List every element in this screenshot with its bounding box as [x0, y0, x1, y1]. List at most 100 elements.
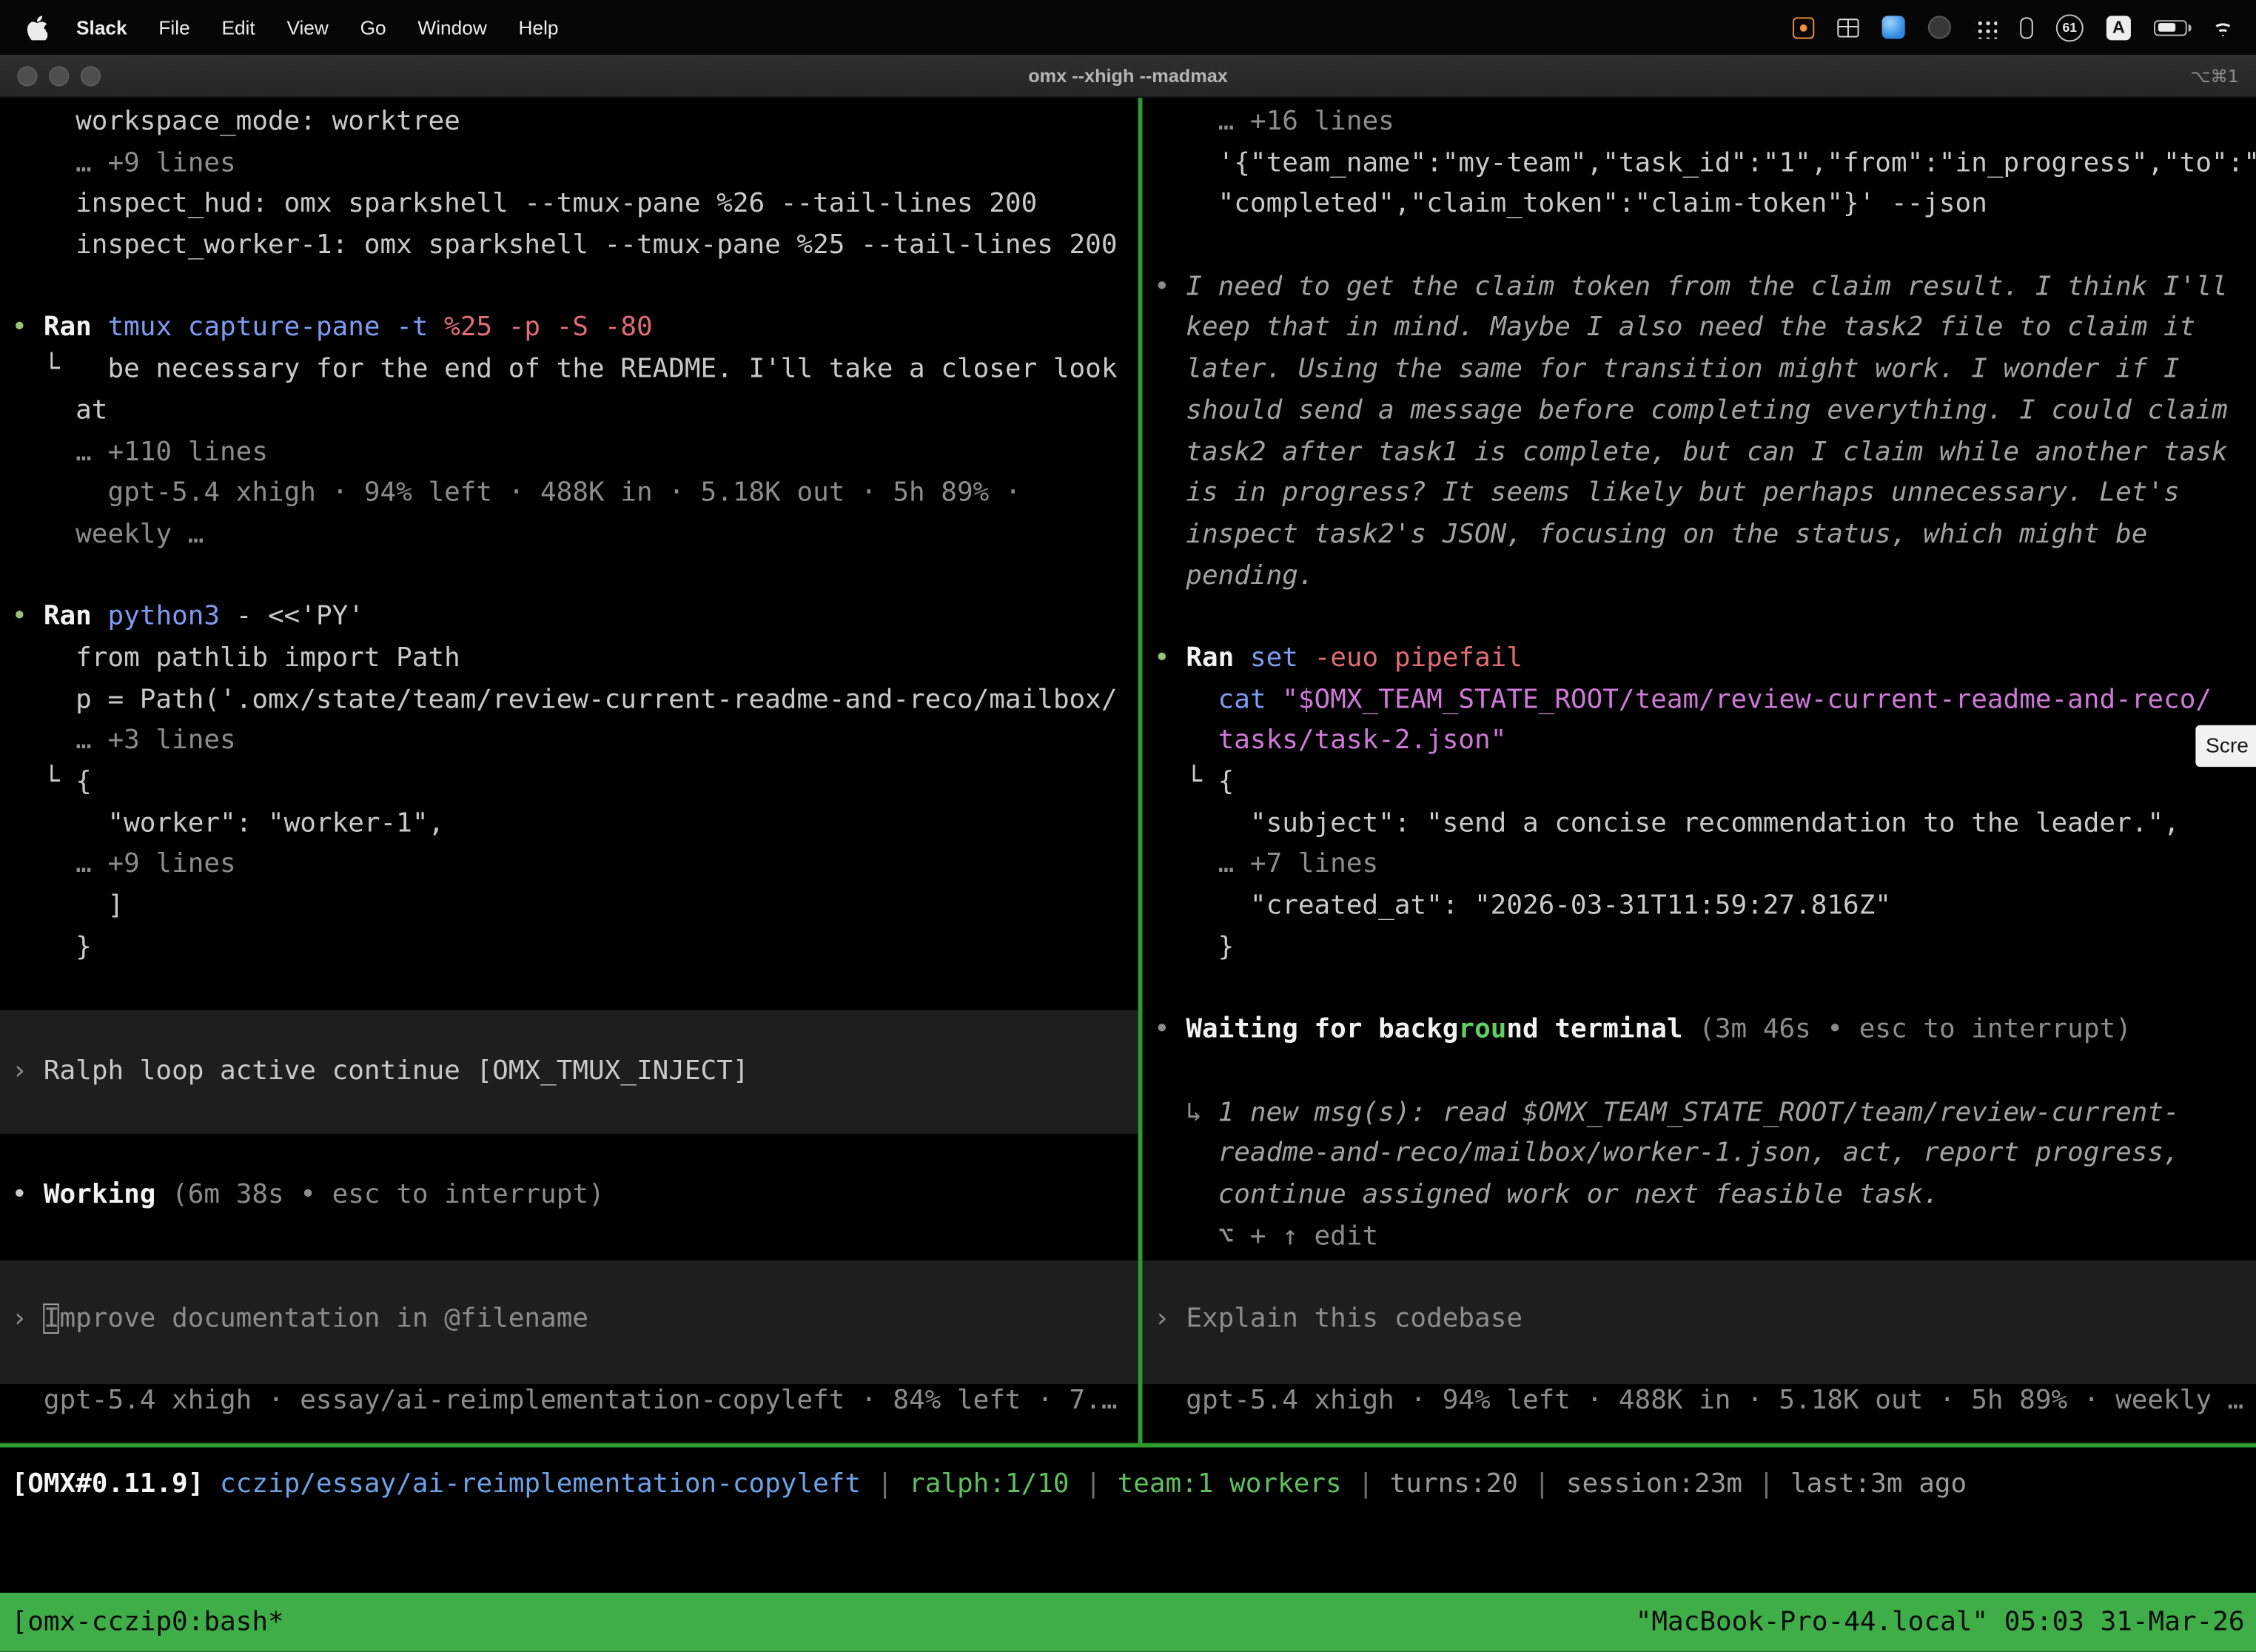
- terminal-text-segment: •: [1154, 272, 1186, 302]
- terminal-line-left: • Ran tmux capture-pane -t %25 -p -S -80: [0, 309, 1138, 350]
- terminal-window: omx --xhigh --madmax ⌥⌘1 workspace_mode:…: [0, 55, 2256, 1652]
- terminal-text-segment: }: [1154, 932, 1234, 962]
- close-button[interactable]: [17, 65, 37, 85]
- terminal-line-left: [0, 1092, 1138, 1134]
- menu-item-edit[interactable]: Edit: [206, 16, 271, 38]
- status-segment: last:3m ago: [1790, 1469, 1967, 1500]
- terminal-text-segment: ↳: [1154, 1097, 1218, 1127]
- wifi-icon[interactable]: [2210, 18, 2236, 36]
- menu-item-help[interactable]: Help: [503, 16, 574, 38]
- apple-icon[interactable]: [20, 15, 53, 39]
- status-segment: ralph:1/10: [909, 1469, 1070, 1500]
- terminal-text-segment: inspect task2's JSON, focusing on the st…: [1154, 520, 2147, 550]
- terminal-line-right: ↳ 1 new msg(s): read $OMX_TEAM_STATE_ROO…: [1142, 1092, 2256, 1134]
- pane-left: workspace_mode: worktree … +9 lines insp…: [0, 98, 1138, 1443]
- terminal-text-segment: Waiting for backg: [1186, 1015, 1458, 1045]
- battery-badge[interactable]: 61: [2056, 13, 2084, 41]
- terminal-text-segment: "$OMX_TEAM_STATE_ROOT/team/review-curren…: [1282, 685, 2212, 715]
- status-segment: team:1 workers: [1118, 1469, 1342, 1500]
- terminal-text-segment: •: [1154, 1015, 1186, 1045]
- terminal-content[interactable]: workspace_mode: worktree … +9 lines insp…: [0, 98, 2256, 1443]
- terminal-line-right: readme-and-reco/mailbox/worker-1.json, a…: [1142, 1134, 2256, 1175]
- dots-grid-icon[interactable]: [1974, 16, 1997, 38]
- terminal-line-left: [0, 1010, 1138, 1052]
- status-segment: |: [1742, 1469, 1790, 1500]
- terminal-text-segment: Ralph loop active continue [OMX_TMUX_INJ…: [44, 1055, 749, 1086]
- terminal-text-segment: inspect_hud: omx sparkshell --tmux-pane …: [12, 189, 1038, 219]
- grid-icon[interactable]: [1837, 18, 1859, 36]
- terminal-text-segment: … +110 lines: [12, 437, 268, 467]
- terminal-line-left: [0, 267, 1138, 309]
- menu-item-go[interactable]: Go: [344, 16, 402, 38]
- terminal-text-segment: from pathlib import Path: [12, 643, 460, 674]
- battery-icon[interactable]: [2154, 19, 2187, 35]
- terminal-line-right: • Waiting for background terminal (3m 46…: [1142, 1010, 2256, 1052]
- status-segment: |: [1070, 1469, 1118, 1500]
- terminal-text-segment: Ran: [1186, 643, 1250, 674]
- terminal-line-right: tasks/task-2.json": [1142, 722, 2256, 763]
- terminal-line-left: ]: [0, 887, 1138, 928]
- terminal-line-left: "worker": "worker-1",: [0, 804, 1138, 845]
- zoom-button[interactable]: [81, 65, 101, 85]
- terminal-line-left: • Ran python3 - <<'PY': [0, 597, 1138, 639]
- terminal-text-segment: later. Using the same for transition mig…: [1154, 354, 2180, 384]
- terminal-text-segment: └ {: [1154, 767, 1234, 797]
- window-title: omx --xhigh --madmax: [0, 64, 2256, 86]
- terminal-line-right: "subject": "send a concise recommendatio…: [1142, 804, 2256, 845]
- terminal-text-segment: •: [12, 313, 44, 343]
- terminal-line-left: › Ralph loop active continue [OMX_TMUX_I…: [0, 1052, 1138, 1093]
- terminal-line-right: gpt-5.4 xhigh · 94% left · 488K in · 5.1…: [1142, 1382, 2256, 1423]
- terminal-text-segment: Ran: [44, 313, 108, 343]
- menu-bar: SlackFileEditViewGoWindowHelp 61 A: [0, 0, 2256, 55]
- terminal-line-right: • Ran set -euo pipefail: [1142, 639, 2256, 680]
- terminal-line-left: … +9 lines: [0, 144, 1138, 185]
- terminal-text-segment: ⌥ + ↑ edit: [1154, 1221, 1378, 1252]
- dark-app-icon[interactable]: [1928, 16, 1951, 38]
- input-source-icon[interactable]: A: [2106, 15, 2131, 39]
- blue-app-icon[interactable]: [1882, 16, 1905, 38]
- terminal-text-segment: task2 after task1 is complete, but can I…: [1154, 437, 2228, 467]
- terminal-text-segment: … +9 lines: [12, 148, 236, 178]
- key-icon[interactable]: [2020, 16, 2032, 38]
- menu-item-window[interactable]: Window: [402, 16, 503, 38]
- minimize-button[interactable]: [49, 65, 69, 85]
- terminal-text-segment: mprove documentation in @filename: [60, 1303, 589, 1334]
- terminal-line-left: [0, 1217, 1138, 1258]
- terminal-text-segment: (6m 38s • esc to interrupt): [172, 1180, 605, 1210]
- tmux-status-bar: [omx-cczip0:bash* "MacBook-Pro-44.local"…: [0, 1593, 2256, 1652]
- terminal-line-right: should send a message before completing …: [1142, 391, 2256, 432]
- terminal-line-left: … +110 lines: [0, 432, 1138, 474]
- terminal-line-right: inspect task2's JSON, focusing on the st…: [1142, 515, 2256, 557]
- terminal-line-left: • Working (6m 38s • esc to interrupt): [0, 1175, 1138, 1217]
- terminal-line-left: … +3 lines: [0, 722, 1138, 763]
- terminal-text-segment: continue assigned work or next feasible …: [1154, 1180, 1939, 1210]
- terminal-text-segment: keep that in mind. Maybe I also need the…: [1154, 313, 2195, 343]
- terminal-line-left: gpt-5.4 xhigh · 94% left · 488K in · 5.1…: [0, 474, 1138, 515]
- screen-recording-icon[interactable]: [1793, 16, 1814, 38]
- terminal-text-segment: Ran: [44, 602, 108, 632]
- window-titlebar[interactable]: omx --xhigh --madmax ⌥⌘1: [0, 55, 2256, 98]
- window-shortcut-hint: ⌥⌘1: [2191, 65, 2256, 85]
- terminal-line-right: … +7 lines: [1142, 845, 2256, 887]
- terminal-text-segment: '{"team_name":"my-team","task_id":"1","f…: [1154, 148, 2256, 178]
- terminal-text-segment: … +7 lines: [1154, 850, 1378, 880]
- menu-item-file[interactable]: File: [143, 16, 206, 38]
- status-segment: |: [861, 1469, 909, 1500]
- terminal-line-left: [0, 1134, 1138, 1175]
- menu-item-slack[interactable]: Slack: [53, 16, 143, 38]
- status-segment: turns:20: [1390, 1469, 1518, 1500]
- terminal-text-segment: }: [12, 932, 92, 962]
- terminal-text-segment: gpt-5.4 xhigh · 94% left · 488K in · 5.1…: [1154, 1386, 2243, 1417]
- terminal-text-segment: at: [12, 395, 108, 426]
- traffic-lights: [0, 65, 101, 85]
- terminal-line-left: [0, 969, 1138, 1010]
- terminal-text-segment: weekly …: [12, 520, 204, 550]
- terminal-text-segment: I need to get the claim token from the c…: [1186, 272, 2227, 302]
- menu-item-view[interactable]: View: [271, 16, 344, 38]
- terminal-line-left: workspace_mode: worktree: [0, 102, 1138, 144]
- omx-status-line: [OMX#0.11.9] cczip/essay/ai-reimplementa…: [0, 1448, 2256, 1554]
- tmux-host-clock: "MacBook-Pro-44.local" 05:03 31-Mar-26: [1636, 1607, 2245, 1637]
- tmux-session-label: [omx-cczip0:bash*: [12, 1607, 284, 1637]
- terminal-line-right: continue assigned work or next feasible …: [1142, 1175, 2256, 1217]
- status-segment: [OMX#0.11.9]: [12, 1469, 220, 1500]
